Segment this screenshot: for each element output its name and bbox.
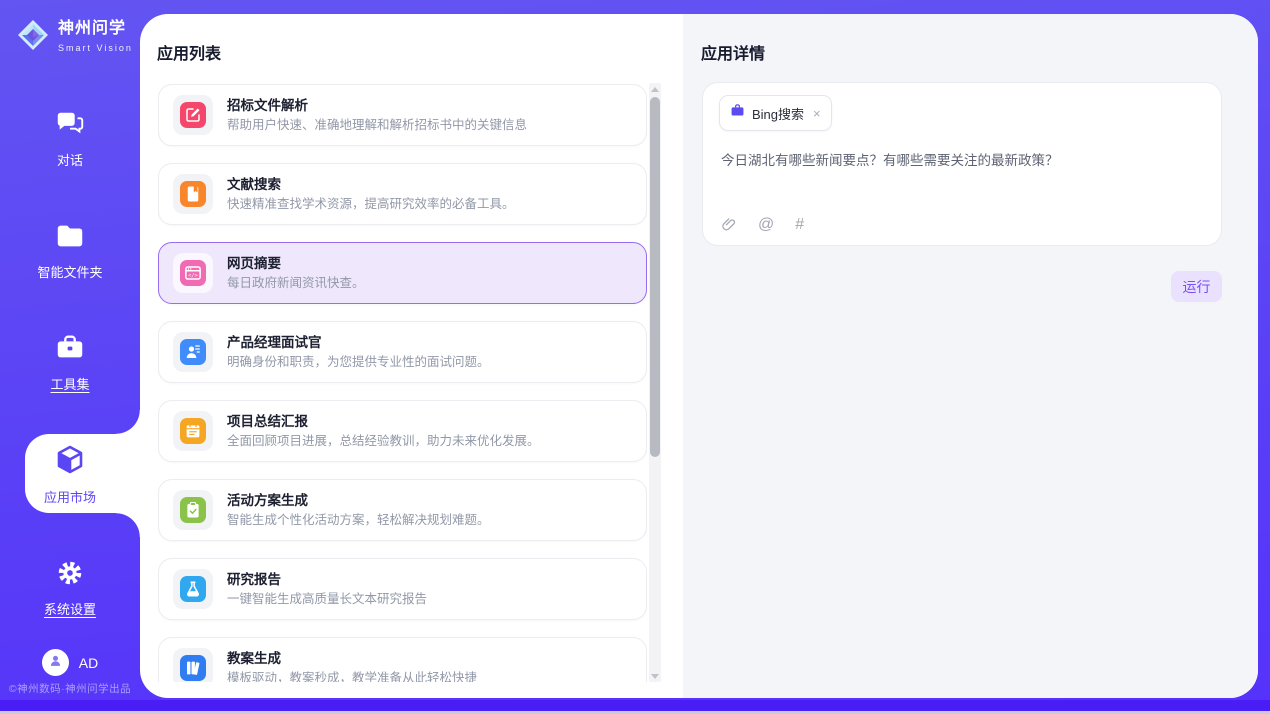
app-window: 神州问学 Smart Vision 对话 智能文件夹 工具集 应用市场 系统设置 [0, 0, 1270, 714]
brand-name: 神州问学 [58, 20, 126, 37]
app-icon-box [173, 648, 213, 682]
app-detail-title: 应用详情 [701, 40, 765, 64]
avatar [42, 649, 69, 676]
copyright-footer: ©神州数码·神州问学出品 [0, 681, 140, 696]
run-button[interactable]: 运行 [1171, 271, 1222, 302]
interviewer-icon [180, 339, 206, 365]
app-card-1[interactable]: 招标文件解析 帮助用户快速、准确地理解和解析招标书中的关键信息 [158, 84, 647, 146]
app-card-6[interactable]: 活动方案生成 智能生成个性化活动方案，轻松解决规划难题。 [158, 479, 647, 541]
app-icon-box [173, 411, 213, 451]
app-icon-box [173, 95, 213, 135]
gear-icon [53, 556, 87, 590]
sidebar-item-label: 工具集 [0, 374, 140, 393]
scroll-down-arrow-icon[interactable] [649, 670, 661, 682]
app-icon-box [173, 332, 213, 372]
sidebar-nav: 对话 智能文件夹 工具集 应用市场 系统设置 [0, 98, 140, 625]
app-card-desc: 帮助用户快速、准确地理解和解析招标书中的关键信息 [227, 117, 527, 133]
app-card-desc: 每日政府新闻资讯快查。 [227, 275, 365, 291]
web-code-icon: </> [180, 260, 206, 286]
app-list-title: 应用列表 [157, 40, 221, 64]
folder-icon [53, 219, 87, 253]
app-icon-box: </> [173, 253, 213, 293]
briefcase-icon [53, 331, 87, 365]
sidebar-item-toolset[interactable]: 工具集 [0, 322, 140, 400]
app-card-7[interactable]: 研究报告 一键智能生成高质量长文本研究报告 [158, 558, 647, 620]
app-card-desc: 智能生成个性化活动方案，轻松解决规划难题。 [227, 512, 490, 528]
app-card-title: 招标文件解析 [227, 97, 527, 114]
sidebar-item-label: 系统设置 [0, 599, 140, 618]
sidebar-item-app-market[interactable]: 应用市场 [0, 434, 140, 513]
app-list-panel: 应用列表 招标文件解析 帮助用户快速、准确地理解和解析招标书中的关键信息 文献搜… [140, 14, 683, 698]
app-icon-box [173, 174, 213, 214]
diamond-logo-icon [16, 18, 50, 57]
cube-icon [53, 443, 87, 477]
sidebar-item-chat[interactable]: 对话 [0, 98, 140, 176]
app-card-desc: 全面回顾项目进展，总结经验教训，助力未来优化发展。 [227, 433, 540, 449]
bottom-accent-bar [0, 700, 1270, 711]
app-card-title: 产品经理面试官 [227, 334, 490, 351]
scrollbar-thumb[interactable] [650, 97, 660, 457]
at-mention-icon[interactable]: @ [758, 217, 774, 233]
app-card-3[interactable]: </> 网页摘要 每日政府新闻资讯快查。 [158, 242, 647, 304]
scrollbar[interactable] [649, 83, 661, 682]
brand-tagline: Smart Vision [58, 43, 133, 53]
sidebar: 神州问学 Smart Vision 对话 智能文件夹 工具集 应用市场 系统设置 [0, 0, 140, 700]
input-toolbar: @ # [720, 216, 804, 233]
clipboard-check-icon [180, 497, 206, 523]
sidebar-item-smart-folders[interactable]: 智能文件夹 [0, 210, 140, 288]
sidebar-item-label: 对话 [0, 150, 140, 169]
app-card-desc: 明确身份和职责，为您提供专业性的面试问题。 [227, 354, 490, 370]
app-card-title: 研究报告 [227, 571, 427, 588]
tag-close-icon[interactable]: × [813, 107, 821, 120]
app-icon-box [173, 490, 213, 530]
app-icon-box [173, 569, 213, 609]
app-card-title: 活动方案生成 [227, 492, 490, 509]
main-content: 应用列表 招标文件解析 帮助用户快速、准确地理解和解析招标书中的关键信息 文献搜… [140, 14, 1258, 698]
book-icon [180, 181, 206, 207]
books-icon [180, 655, 206, 681]
paperclip-icon[interactable] [720, 216, 737, 233]
brand-text: 神州问学 Smart Vision [58, 20, 140, 56]
hash-icon[interactable]: # [795, 217, 804, 233]
brand-logo: 神州问学 Smart Vision [16, 18, 140, 57]
scroll-up-arrow-icon[interactable] [649, 83, 661, 95]
query-text: 今日湖北有哪些新闻要点？有哪些需要关注的最新政策？ [721, 151, 1203, 171]
tool-tag-bing-search[interactable]: Bing搜索 × [719, 95, 832, 131]
app-detail-panel: 应用详情 Bing搜索 × 今日湖北有哪些新闻要点？有哪些需要关注的最新政策？ … [683, 14, 1258, 698]
query-input-card[interactable]: Bing搜索 × 今日湖北有哪些新闻要点？有哪些需要关注的最新政策？ @ # [702, 82, 1222, 246]
app-card-5[interactable]: 项目总结汇报 全面回顾项目进展，总结经验教训，助力未来优化发展。 [158, 400, 647, 462]
summary-note-icon [180, 418, 206, 444]
app-card-title: 项目总结汇报 [227, 413, 540, 430]
app-card-4[interactable]: 产品经理面试官 明确身份和职责，为您提供专业性的面试问题。 [158, 321, 647, 383]
app-card-2[interactable]: 文献搜索 快速精准查找学术资源，提高研究效率的必备工具。 [158, 163, 647, 225]
app-card-title: 网页摘要 [227, 255, 365, 272]
user-avatar-icon [47, 652, 64, 674]
sidebar-item-label: 应用市场 [0, 487, 140, 506]
research-icon [180, 576, 206, 602]
user-row[interactable]: AD [0, 649, 140, 676]
sidebar-item-settings[interactable]: 系统设置 [0, 547, 140, 625]
app-card-title: 教案生成 [227, 650, 477, 667]
app-card-desc: 模板驱动，教案秒成，教学准备从此轻松快捷 [227, 670, 477, 682]
app-card-8[interactable]: 教案生成 模板驱动，教案秒成，教学准备从此轻松快捷 [158, 637, 647, 682]
sidebar-item-label: 智能文件夹 [0, 262, 140, 281]
svg-text:</>: </> [188, 273, 197, 279]
app-card-desc: 一键智能生成高质量长文本研究报告 [227, 591, 427, 607]
tool-tag-label: Bing搜索 [752, 104, 804, 123]
chat-icon [53, 107, 87, 141]
app-card-list: 招标文件解析 帮助用户快速、准确地理解和解析招标书中的关键信息 文献搜索 快速精… [158, 84, 647, 682]
app-card-title: 文献搜索 [227, 176, 515, 193]
briefcase-icon [730, 103, 745, 123]
doc-edit-icon [180, 102, 206, 128]
user-name: AD [79, 655, 98, 671]
app-card-desc: 快速精准查找学术资源，提高研究效率的必备工具。 [227, 196, 515, 212]
